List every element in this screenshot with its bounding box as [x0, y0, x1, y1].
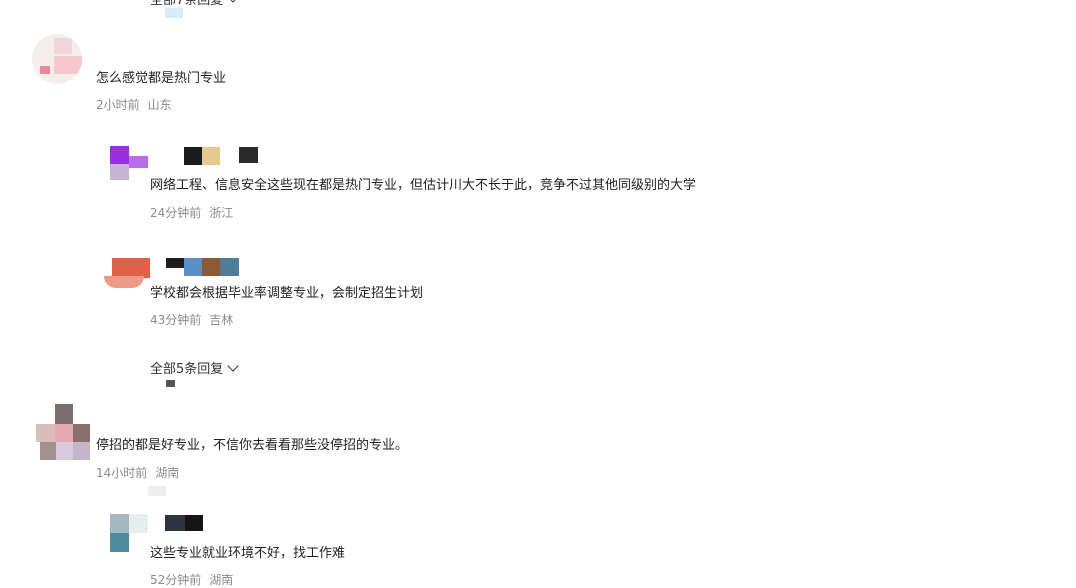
username-pixelated — [165, 515, 205, 531]
comment-text: 停招的都是好专业，不信你去看看那些没停招的专业。 — [96, 438, 409, 453]
expand-replies-label: 全部5条回复 — [150, 362, 224, 377]
reply-time: 24分钟前 — [150, 206, 202, 220]
chevron-down-icon — [227, 0, 239, 3]
comment-time: 2小时前 — [96, 98, 140, 112]
expand-replies-label: 全部7条回复 — [150, 0, 224, 8]
expand-replies-button[interactable]: 全部5条回复 — [150, 358, 239, 377]
reply-meta: 52分钟前 湖南 — [150, 571, 233, 588]
reply-location: 湖南 — [209, 573, 234, 587]
expand-replies-button[interactable]: 全部7条回复 — [150, 0, 239, 8]
reply-location: 浙江 — [209, 206, 234, 220]
reply-text: 网络工程、信息安全这些现在都是热门专业，但估计川大不长于此，竞争不过其他同级别的… — [150, 178, 697, 193]
avatar[interactable] — [104, 256, 150, 290]
avatar[interactable] — [32, 34, 82, 84]
reply-text: 这些专业就业环境不好，找工作难 — [150, 546, 346, 561]
avatar[interactable] — [110, 514, 148, 552]
comment-location: 山东 — [147, 98, 172, 112]
username-pixelated — [166, 258, 242, 276]
reply-meta: 24分钟前 浙江 — [150, 204, 233, 221]
comment-meta: 14小时前 湖南 — [96, 464, 179, 481]
chevron-down-icon — [227, 360, 239, 372]
comment-text: 怎么感觉都是热门专业 — [96, 71, 227, 86]
avatar-fragment — [148, 486, 166, 496]
avatar-fragment — [165, 8, 183, 18]
reply-location: 吉林 — [209, 313, 234, 327]
reply-meta: 43分钟前 吉林 — [150, 311, 233, 328]
avatar[interactable] — [36, 404, 90, 460]
avatar[interactable] — [110, 146, 148, 182]
reply-time: 43分钟前 — [150, 313, 202, 327]
comment-meta: 2小时前 山东 — [96, 96, 172, 113]
reply-time: 52分钟前 — [150, 573, 202, 587]
username-pixelated — [184, 147, 260, 165]
reply-text: 学校都会根据毕业率调整专业，会制定招生计划 — [150, 286, 424, 301]
comment-time: 14小时前 — [96, 466, 148, 480]
avatar-fragment — [166, 380, 175, 387]
comment-location: 湖南 — [155, 466, 180, 480]
